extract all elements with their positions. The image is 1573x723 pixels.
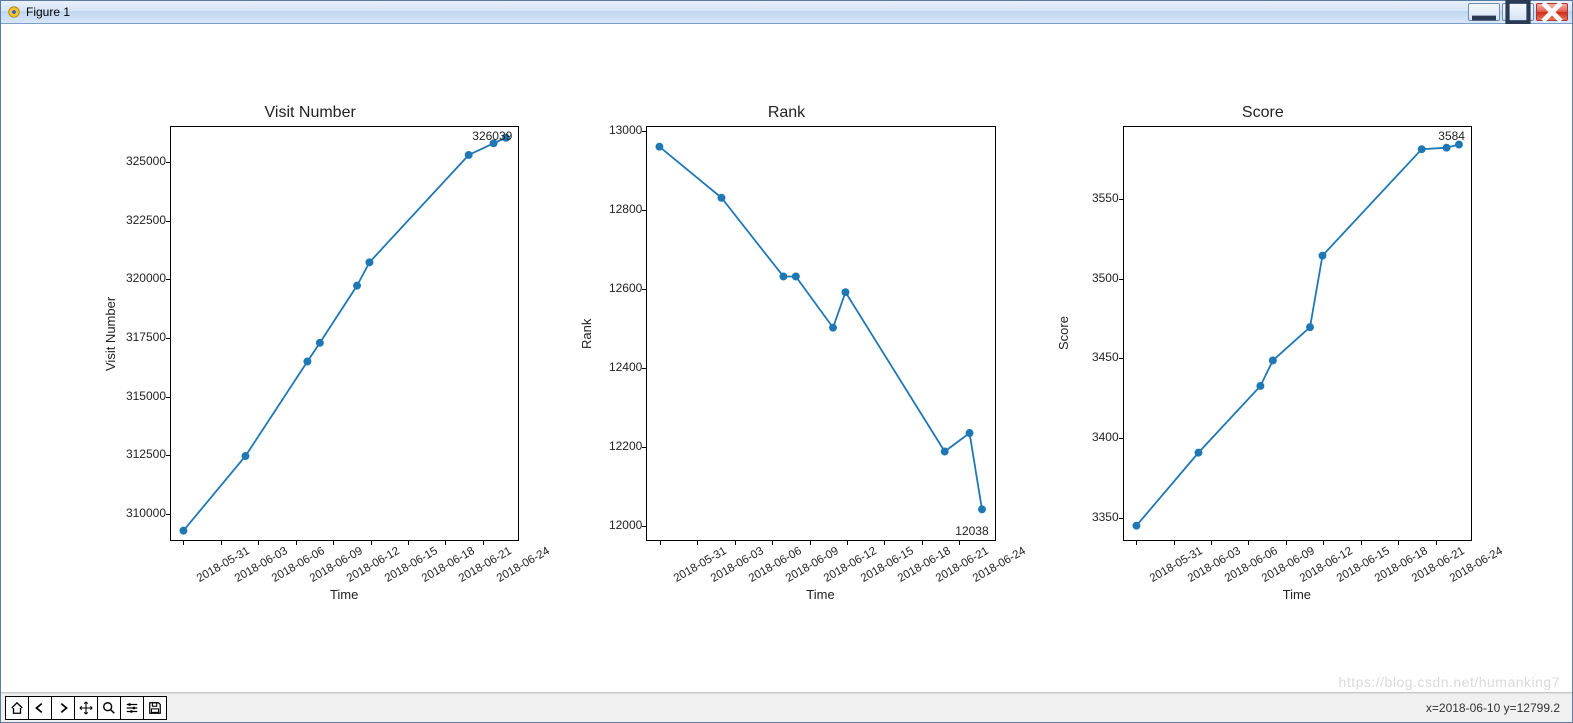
x-axis-label: Time (169, 587, 519, 602)
window-controls (1468, 3, 1568, 21)
y-tick-label: 312500 (126, 447, 166, 461)
y-tick-label: 317500 (126, 330, 166, 344)
y-ticks: 310000 312500 315000 317500 320000 322500 3250… (118, 126, 170, 541)
plot-area[interactable]: 12038 (646, 126, 995, 541)
y-tick-label: 320000 (126, 271, 166, 285)
y-tick-label: 12000 (609, 518, 642, 532)
y-tick-label: 315000 (126, 389, 166, 403)
chart-score: Score Score 3350 3400 3450 3500 3550 3584 2018-0… (1054, 104, 1472, 602)
home-button[interactable] (5, 696, 29, 720)
chart-rank: RankRank12000122001240012600128001300012… (577, 104, 995, 602)
forward-button[interactable] (51, 696, 75, 720)
y-tick-label: 3350 (1092, 510, 1119, 524)
minimize-button[interactable] (1468, 3, 1500, 21)
y-tick-label: 12800 (609, 202, 642, 216)
app-icon (7, 5, 21, 19)
y-ticks: 3350 3400 3450 3500 3550 (1071, 126, 1123, 541)
maximize-button[interactable] (1502, 3, 1534, 21)
navigation-toolbar: x=2018-06-10 y=12799.2 (1, 693, 1572, 722)
y-tick-label: 12600 (609, 281, 642, 295)
figure-canvas[interactable]: Visit Number Visit Number 310000 312500 3150… (1, 24, 1572, 693)
window-title: Figure 1 (26, 5, 70, 19)
y-tick-label: 3450 (1092, 350, 1119, 364)
y-axis-label: Rank (577, 126, 594, 541)
titlebar[interactable]: Figure 1 (1, 1, 1572, 24)
x-ticks: 2018-05-312018-06-032018-06-062018-06-09… (645, 541, 995, 589)
y-ticks: 12000 12200 12400 12600 12800 13000 (594, 126, 646, 541)
y-tick-label: 3400 (1092, 430, 1119, 444)
y-axis-label: Score (1054, 126, 1071, 541)
x-ticks: 2018-05-312018-06-032018-06-062018-06-09… (1122, 541, 1472, 589)
plot-area[interactable]: 3584 (1123, 126, 1472, 541)
y-axis-label: Visit Number (101, 126, 118, 541)
figure-window: Figure 1 Visit NumberVisit Number3100003… (0, 0, 1573, 723)
y-tick-label: 325000 (126, 154, 166, 168)
y-tick-label: 12200 (609, 439, 642, 453)
y-tick-label: 310000 (126, 506, 166, 520)
chart-visit-number: Visit Number Visit Number 310000 312500 3150… (101, 104, 519, 602)
y-tick-label: 13000 (609, 123, 642, 137)
y-tick-label: 12400 (609, 360, 642, 374)
chart-annotation: 3584 (1438, 129, 1465, 143)
back-button[interactable] (28, 696, 52, 720)
watermark-text: https://blog.csdn.net/humanking7 (1339, 674, 1560, 690)
plot-area[interactable]: 326039 (170, 126, 519, 541)
close-button[interactable] (1536, 3, 1568, 21)
zoom-button[interactable] (97, 696, 121, 720)
y-tick-label: 3500 (1092, 271, 1119, 285)
chart-title: Visit Number (101, 104, 519, 122)
chart-annotation: 12038 (955, 524, 988, 538)
chart-title: Rank (577, 104, 995, 122)
x-ticks: 2018-05-312018-06-032018-06-062018-06-09… (169, 541, 519, 589)
chart-annotation: 326039 (472, 129, 512, 143)
pan-button[interactable] (74, 696, 98, 720)
x-axis-label: Time (645, 587, 995, 602)
coord-readout: x=2018-06-10 y=12799.2 (1426, 701, 1560, 715)
chart-title: Score (1054, 104, 1472, 122)
configure-button[interactable] (120, 696, 144, 720)
y-tick-label: 322500 (126, 213, 166, 227)
x-axis-label: Time (1122, 587, 1472, 602)
save-button[interactable] (143, 696, 167, 720)
y-tick-label: 3550 (1092, 191, 1119, 205)
